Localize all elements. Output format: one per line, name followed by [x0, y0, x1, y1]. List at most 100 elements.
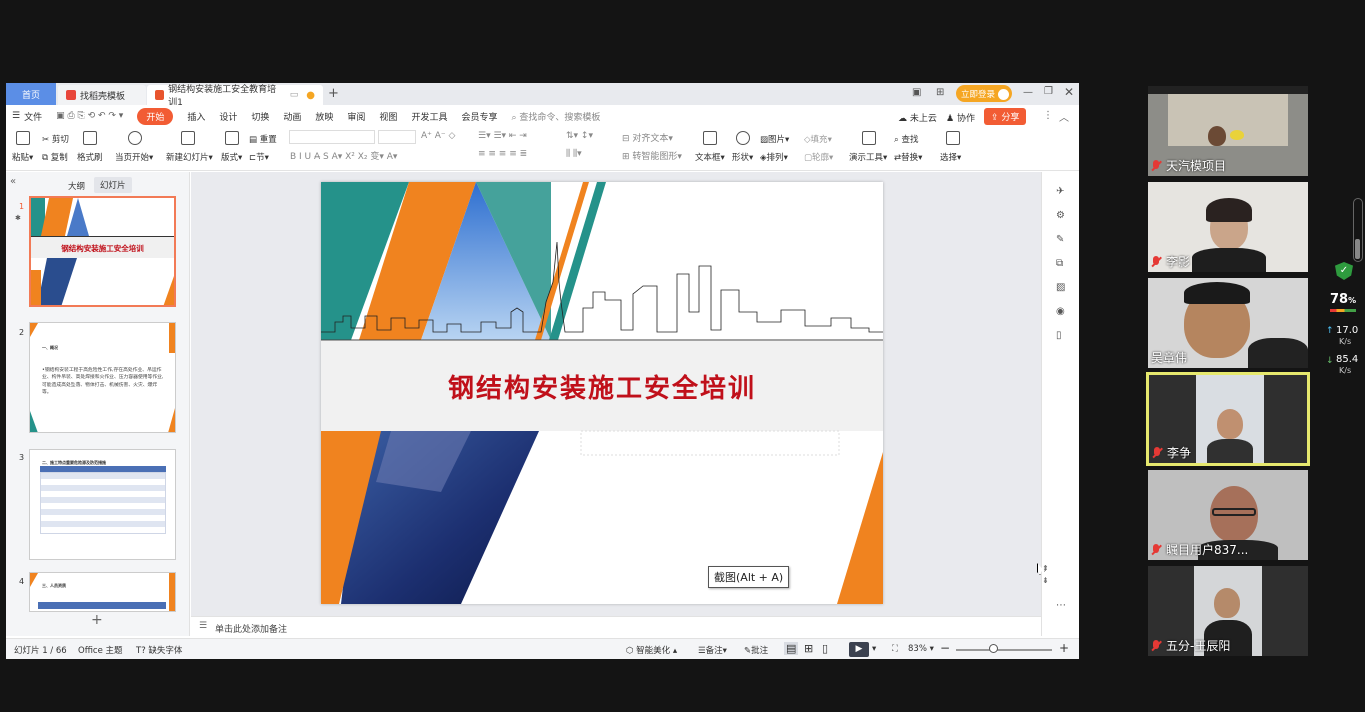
missing-font-button[interactable]: T? 缺失字体	[136, 644, 182, 656]
line-spacing-controls[interactable]: ⇅▾ ↕▾	[566, 131, 593, 141]
zoom-level[interactable]: 83% ▾	[908, 644, 934, 654]
share-button[interactable]: ⇪ 分享	[984, 108, 1027, 125]
apps-grid-icon[interactable]: ⊞	[936, 87, 944, 98]
slide-thumbnail-1[interactable]: 钢结构安装施工安全培训	[29, 196, 176, 307]
zoom-slider-handle[interactable]	[989, 644, 998, 653]
notes-area[interactable]: ☰ 单击此处添加备注	[191, 616, 1041, 636]
monitor-icon[interactable]: ▭	[290, 90, 299, 100]
zoom-out-icon[interactable]: −	[940, 641, 950, 655]
menu-transition[interactable]: 切换	[251, 110, 269, 123]
reading-view-icon[interactable]: ▯	[822, 642, 828, 655]
smart-art-button[interactable]: ⊞ 转智能图形▾	[622, 149, 682, 162]
arrange-button[interactable]: ◈排列▾	[760, 151, 788, 163]
zoom-in-icon[interactable]: +	[1059, 641, 1069, 655]
menu-design[interactable]: 设计	[219, 110, 237, 123]
volume-slider[interactable]	[1353, 198, 1363, 262]
replace-button[interactable]: ⇄替换▾	[894, 151, 922, 163]
slide-thumbnail-3[interactable]: 二、施工特点重要危险源及防范措施	[29, 449, 176, 560]
align-text-button[interactable]: ⊟ 对齐文本▾	[622, 131, 673, 144]
find-button[interactable]: ⌕ 查找	[894, 133, 918, 145]
menu-review[interactable]: 审阅	[347, 110, 365, 123]
fill-button[interactable]: ◇填充▾	[804, 133, 832, 145]
copy-button[interactable]: ⧉ 复制	[42, 151, 68, 163]
paragraph-align-controls[interactable]: ≡ ≡ ≡ ≡ ≣	[478, 149, 527, 159]
tab-home[interactable]: 首页	[6, 83, 56, 105]
format-painter-icon[interactable]	[83, 131, 97, 145]
notes-button[interactable]: ☰备注▾	[698, 644, 727, 656]
collapse-ribbon-icon[interactable]: ︿	[1059, 109, 1069, 124]
cut-button[interactable]: ✂ 剪切	[42, 133, 69, 145]
normal-view-icon[interactable]: ▤	[784, 642, 799, 655]
present-tools-button[interactable]: 演示工具▾	[849, 151, 887, 163]
tab-template[interactable]: 找稻壳模板	[58, 85, 146, 105]
menu-file[interactable]: 文件	[24, 110, 42, 123]
animation-icon[interactable]: ✈	[1056, 186, 1064, 197]
menu-member[interactable]: 会员专享	[461, 110, 497, 123]
command-search[interactable]: ⌕ 查找命令、搜索模板	[511, 110, 600, 123]
font-size-controls[interactable]: A⁺ A⁻ ◇	[421, 131, 455, 141]
layout-button[interactable]: 版式▾	[221, 151, 242, 163]
restore-icon[interactable]: ❐	[1044, 86, 1053, 97]
sorter-view-icon[interactable]: ⊞	[804, 642, 813, 655]
textbox-button[interactable]: 文本框▾	[695, 151, 725, 163]
transition-icon[interactable]: ⧉	[1056, 258, 1063, 269]
comments-button[interactable]: ✎批注	[744, 644, 768, 656]
play-slideshow-button[interactable]: ▶	[849, 642, 869, 657]
select-icon[interactable]	[946, 131, 960, 145]
participant-tile[interactable]: 李影	[1148, 182, 1308, 272]
participant-tile[interactable]: 五分-王辰阳	[1148, 566, 1308, 656]
tab-slides[interactable]: 幻灯片	[94, 177, 132, 193]
collab-button[interactable]: ♟ 协作	[946, 111, 975, 124]
menu-view[interactable]: 视图	[379, 110, 397, 123]
participant-tile-active-speaker[interactable]: 李争	[1146, 372, 1310, 466]
slide-title[interactable]: 钢结构安装施工安全培训	[321, 368, 883, 405]
page-down-icon[interactable]: ⇟	[1042, 576, 1049, 585]
tab-document[interactable]: 钢结构安装施工安全教育培训1 ▭ ●	[147, 85, 323, 108]
select-button[interactable]: 选择▾	[940, 151, 961, 163]
shape-button[interactable]: 形状▾	[732, 151, 753, 163]
more-icon[interactable]: ⋮	[1043, 110, 1053, 121]
present-tools-icon[interactable]	[862, 131, 876, 145]
play-options-icon[interactable]: ▾	[872, 644, 876, 654]
more-icon[interactable]: ⋯	[1056, 600, 1066, 611]
textbox-icon[interactable]	[703, 131, 717, 145]
image-icon[interactable]: ▨	[1056, 282, 1065, 293]
tab-outline[interactable]: 大纲	[68, 180, 85, 192]
format-painter-button[interactable]: 格式刷	[77, 151, 103, 163]
shape-icon[interactable]	[736, 131, 750, 145]
collapse-pane-icon[interactable]: «	[10, 176, 16, 187]
slide-thumbnail-2[interactable]: 一、概况 •钢结构安装工程于高危险性工作,存在高处作业、吊运作业、构件吊装、高处…	[29, 322, 176, 433]
book-icon[interactable]: ▯	[1056, 330, 1062, 341]
page-up-icon[interactable]: ⇞	[1042, 564, 1049, 573]
list-controls[interactable]: ☰▾ ☰▾ ⇤ ⇥	[478, 131, 527, 141]
add-slide-icon[interactable]: +	[91, 612, 103, 628]
menu-animation[interactable]: 动画	[283, 110, 301, 123]
participant-tile[interactable]: 天汽模项目	[1148, 86, 1308, 176]
participant-tile[interactable]: 瞩目用户837...	[1148, 470, 1308, 560]
outline-button[interactable]: ▢轮廓▾	[804, 151, 833, 163]
settings-sliders-icon[interactable]: ⚙	[1056, 210, 1065, 221]
font-family-select[interactable]	[289, 130, 375, 144]
play-from-current-icon[interactable]	[128, 131, 142, 145]
cloud-status[interactable]: ☁ 未上云	[898, 111, 937, 124]
new-slide-icon[interactable]	[181, 131, 195, 145]
close-icon[interactable]: ✕	[1064, 85, 1074, 99]
pin-icon[interactable]: ✎	[1056, 234, 1064, 245]
hamburger-icon[interactable]: ☰	[12, 111, 20, 121]
from-current-button[interactable]: 当页开始▾	[115, 151, 153, 163]
menu-insert[interactable]: 插入	[187, 110, 205, 123]
column-controls[interactable]: ⫼ ⫼▾	[566, 149, 582, 159]
reset-button[interactable]: ▤ 重置	[249, 133, 277, 145]
section-button[interactable]: ⊏节▾	[249, 151, 269, 163]
shield-icon[interactable]: ✓	[1335, 262, 1353, 280]
menu-developer[interactable]: 开发工具	[411, 110, 447, 123]
new-tab-icon[interactable]: +	[328, 86, 339, 101]
layout-toggle-icon[interactable]: ▣	[912, 87, 921, 98]
minimize-icon[interactable]: —	[1023, 87, 1033, 98]
participant-tile[interactable]: 吴章伟	[1148, 278, 1308, 368]
current-slide[interactable]: 钢结构安装施工安全培训 截图(Alt + A)	[321, 182, 883, 604]
text-format-controls[interactable]: B I U A̶ S A▾ X² X₂ 变▾ A▾	[290, 149, 397, 162]
new-slide-button[interactable]: 新建幻灯片▾	[166, 151, 213, 163]
paste-button[interactable]: 粘贴▾	[12, 151, 33, 163]
menu-slideshow[interactable]: 放映	[315, 110, 333, 123]
